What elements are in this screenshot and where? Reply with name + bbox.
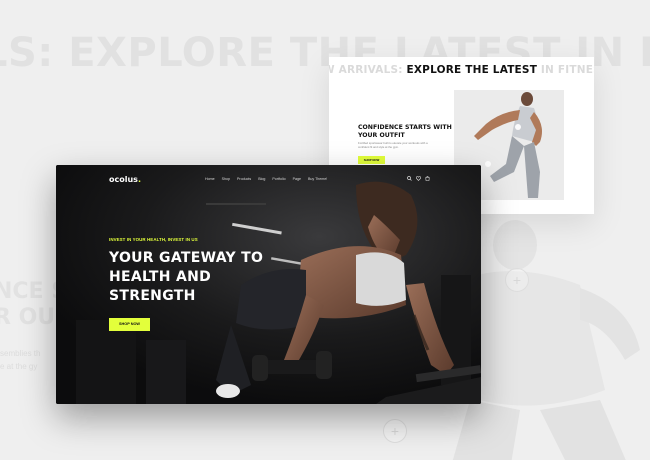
shop-now-button[interactable]: SHOP NOW — [109, 318, 150, 331]
background-side-text-1: semblies th — [0, 349, 41, 358]
logo-text: ocolus — [109, 175, 138, 184]
background-headline-prefix: LS: — [0, 30, 54, 76]
background-side-heading-2: R OU — [0, 305, 56, 330]
new-arrivals-marquee: W ARRIVALS: EXPLORE THE LATEST IN FITNES… — [329, 64, 594, 76]
secondary-shop-now-button[interactable]: SHOP NOW — [358, 156, 385, 164]
heart-icon[interactable] — [416, 176, 421, 181]
hero-eyebrow: INVEST IN YOUR HEALTH, INVEST IN US — [109, 237, 198, 242]
hero-title: YOUR GATEWAY TO HEALTH AND STRENGTH — [109, 250, 264, 304]
background-plus-icon-2: + — [383, 419, 407, 443]
ocolus-logo[interactable]: ocolus. — [109, 175, 141, 184]
marquee-prefix: W ARRIVALS: — [329, 64, 407, 76]
logo-dot: . — [137, 175, 141, 184]
nav-item-buy-theme[interactable]: Buy Theme! — [308, 177, 327, 181]
background-side-text-2: e at the gy — [0, 362, 38, 371]
confidence-heading: CONFIDENCE STARTS WITH YOUR OUTFIT — [358, 124, 452, 139]
nav-item-blog[interactable]: Blog — [258, 177, 265, 181]
nav-item-home[interactable]: Home — [205, 177, 215, 181]
background-plus-icon: + — [505, 268, 529, 292]
nav-item-page[interactable]: Page — [293, 177, 301, 181]
marquee-main: EXPLORE THE LATEST — [406, 64, 538, 76]
homepage-preview: ocolus. Home Shop Products Blog Portfoli… — [56, 165, 481, 404]
confidence-description: Fortified sportswear built to elevate yo… — [358, 141, 428, 149]
nav-item-portfolio[interactable]: Portfolio — [272, 177, 285, 181]
main-navigation: Home Shop Products Blog Portfolio Page B… — [205, 177, 334, 181]
marquee-suffix: IN FITNESS — [540, 64, 594, 76]
nav-item-products[interactable]: Products — [237, 177, 251, 181]
cart-icon[interactable] — [425, 176, 430, 181]
search-icon[interactable] — [407, 176, 412, 181]
nav-item-shop[interactable]: Shop — [222, 177, 230, 181]
header-icons — [407, 176, 430, 181]
